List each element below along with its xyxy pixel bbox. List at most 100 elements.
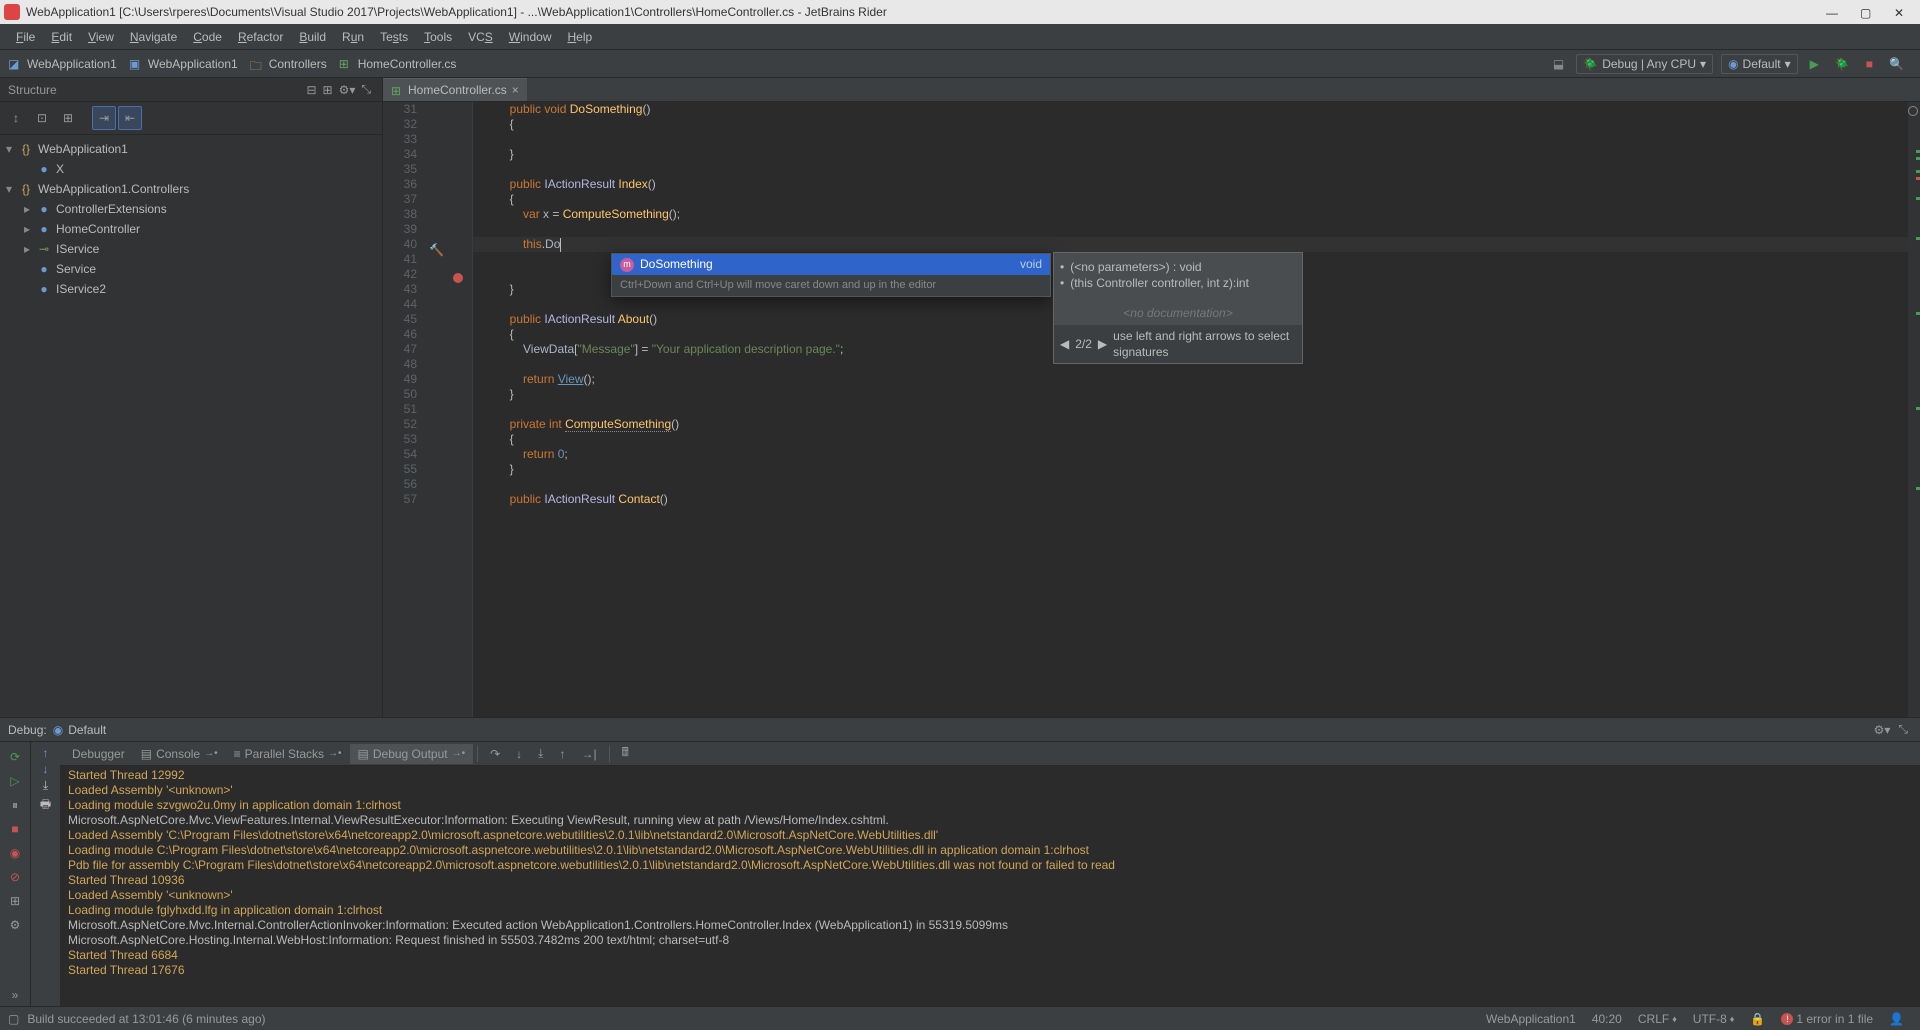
menu-edit[interactable]: Edit — [43, 26, 80, 48]
autoscroll-to-icon[interactable]: ⇥ — [92, 106, 116, 130]
analysis-indicator-icon[interactable] — [1908, 106, 1918, 116]
step-into-icon[interactable]: ↓ — [508, 744, 530, 764]
menu-view[interactable]: View — [80, 26, 122, 48]
force-step-into-icon[interactable]: ⤓ — [530, 743, 551, 764]
pin-icon[interactable]: →• — [328, 748, 342, 759]
maximize-icon[interactable]: ▢ — [1860, 6, 1872, 18]
tree-node-interface[interactable]: ⊸ IService — [0, 239, 382, 259]
tab-debugger[interactable]: Debugger — [64, 744, 133, 764]
tree-node-class[interactable]: ● ControllerExtensions — [0, 199, 382, 219]
step-over-icon[interactable]: ↷ — [482, 744, 508, 764]
tree-node-class[interactable]: ● IService2 — [0, 279, 382, 299]
menu-code[interactable]: Code — [185, 26, 230, 48]
menu-run[interactable]: Run — [334, 26, 372, 48]
tab-console[interactable]: ▤Console→• — [133, 744, 226, 764]
class-icon: ● — [36, 162, 52, 176]
tree-label: X — [56, 162, 64, 176]
step-out-icon[interactable]: ↑ — [551, 744, 573, 764]
menu-build[interactable]: Build — [291, 26, 334, 48]
debug-config-name[interactable]: ◉ Default — [53, 723, 107, 737]
tree-node-class[interactable]: ● Service — [0, 259, 382, 279]
filter-icon[interactable]: ⊡ — [30, 106, 54, 130]
expand-icon[interactable]: » — [4, 984, 26, 1006]
autoscroll-from-icon[interactable]: ⇤ — [118, 106, 142, 130]
tree-node-namespace[interactable]: {} WebApplication1.Controllers — [0, 179, 382, 199]
nav-bar: ◪ WebApplication1 ▣ WebApplication1 🗀 Co… — [0, 50, 1920, 78]
code-area[interactable]: public void DoSomething() { } public IAc… — [473, 102, 1908, 717]
breakpoint-icon[interactable] — [453, 273, 463, 283]
menu-navigate[interactable]: Navigate — [122, 26, 185, 48]
breadcrumb-project[interactable]: ◪ WebApplication1 — [8, 57, 117, 71]
tool-windows-icon[interactable]: ▢ — [8, 1012, 19, 1026]
tab-label: HomeController.cs — [408, 83, 507, 97]
sort-icon[interactable]: ↕ — [4, 106, 28, 130]
pin-icon[interactable]: →• — [204, 748, 218, 759]
breadcrumb-module[interactable]: ▣ WebApplication1 — [129, 57, 238, 71]
tree-node-namespace[interactable]: {} WebApplication1 — [0, 139, 382, 159]
search-button[interactable]: 🔍 — [1885, 55, 1908, 73]
tree-label: WebApplication1.Controllers — [38, 182, 189, 196]
menu-tools[interactable]: Tools — [416, 26, 460, 48]
breadcrumb-folder[interactable]: 🗀 Controllers — [250, 57, 327, 71]
tree-node-class[interactable]: ● HomeController — [0, 219, 382, 239]
menu-vcs[interactable]: VCS — [460, 26, 501, 48]
print-icon[interactable]: 🖶 — [40, 795, 51, 816]
editor[interactable]: 3132333435363738394041424344454647484950… — [383, 102, 1920, 717]
status-lock-icon[interactable]: 🔒 — [1750, 1012, 1765, 1026]
debug-output[interactable]: Started Thread 12992Loaded Assembly '<un… — [60, 766, 1920, 1006]
up-icon[interactable]: ↑ — [43, 746, 49, 760]
menu-window[interactable]: Window — [501, 26, 560, 48]
hide-icon[interactable]: ⤡ — [1898, 722, 1908, 737]
breadcrumb-file[interactable]: ⊞ HomeController.cs — [339, 57, 457, 71]
gear-icon[interactable]: ⚙▾ — [1874, 723, 1891, 737]
settings-icon[interactable]: ⚙ — [4, 914, 26, 936]
exec-config-combo[interactable]: ◉ Default ▾ — [1721, 54, 1798, 74]
collapse-all-icon[interactable]: ⊟ — [306, 83, 316, 97]
evaluate-icon[interactable]: 🖩 — [614, 740, 637, 767]
minimize-icon[interactable]: — — [1826, 6, 1838, 18]
menu-file[interactable]: File — [8, 26, 43, 48]
group-icon[interactable]: ⊞ — [56, 106, 80, 130]
menu-refactor[interactable]: Refactor — [230, 26, 291, 48]
expand-all-icon[interactable]: ⊞ — [323, 83, 333, 97]
mute-breakpoints-icon[interactable]: ⊘ — [4, 866, 26, 888]
close-icon[interactable]: ✕ — [1894, 6, 1906, 18]
pin-icon[interactable]: →• — [452, 748, 466, 759]
hammer-icon[interactable]: 🔨 — [429, 243, 444, 257]
status-encoding[interactable]: UTF-8♦ — [1693, 1012, 1735, 1026]
resume-icon[interactable]: ▷ — [4, 770, 26, 792]
arrow-right-icon[interactable]: ▶ — [1098, 336, 1107, 352]
menu-tests[interactable]: Tests — [372, 26, 416, 48]
run-config-combo[interactable]: 🪲 Debug | Any CPU ▾ — [1576, 54, 1713, 74]
run-button[interactable]: ▶ — [1806, 55, 1823, 73]
editor-tab[interactable]: ⊞ HomeController.cs × — [383, 78, 527, 101]
restart-icon[interactable]: ⟳ — [4, 746, 26, 768]
status-person-icon[interactable]: 👤 — [1889, 1012, 1904, 1026]
arrow-left-icon[interactable]: ◀ — [1060, 336, 1069, 352]
layout-icon[interactable]: ⊞ — [4, 890, 26, 912]
down-icon[interactable]: ↓ — [43, 762, 49, 776]
run-to-cursor-icon[interactable]: →| — [573, 744, 604, 764]
stop-icon[interactable]: ■ — [4, 818, 26, 840]
breadcrumb-label: WebApplication1 — [148, 57, 238, 71]
status-lineend[interactable]: CRLF♦ — [1638, 1012, 1677, 1026]
menu-help[interactable]: Help — [559, 26, 600, 48]
status-caret[interactable]: 40:20 — [1592, 1012, 1622, 1026]
autocomplete-item[interactable]: m DoSomething void — [612, 254, 1050, 275]
status-errors[interactable]: ! 1 error in 1 file — [1781, 1012, 1873, 1026]
debug-tabs: Debugger ▤Console→• ≡Parallel Stacks→• ▤… — [60, 742, 1920, 766]
export-icon[interactable]: ⤓ — [43, 778, 48, 793]
tab-debug-output[interactable]: ▤Debug Output→• — [350, 744, 474, 764]
error-stripe[interactable] — [1908, 102, 1920, 717]
status-project[interactable]: WebApplication1 — [1486, 1012, 1576, 1026]
close-icon[interactable]: × — [512, 83, 519, 97]
tree-node-class[interactable]: ● X — [0, 159, 382, 179]
gear-icon[interactable]: ⚙▾ — [339, 83, 356, 97]
build-button[interactable]: ⬓ — [1549, 55, 1568, 73]
debug-button[interactable]: 🪲 — [1831, 55, 1854, 73]
pause-icon[interactable]: ⏸ — [4, 794, 26, 816]
hide-icon[interactable]: ⤡ — [361, 82, 371, 97]
breakpoints-icon[interactable]: ◉ — [4, 842, 26, 864]
tab-parallel-stacks[interactable]: ≡Parallel Stacks→• — [226, 744, 350, 764]
stop-button[interactable]: ■ — [1862, 55, 1877, 73]
